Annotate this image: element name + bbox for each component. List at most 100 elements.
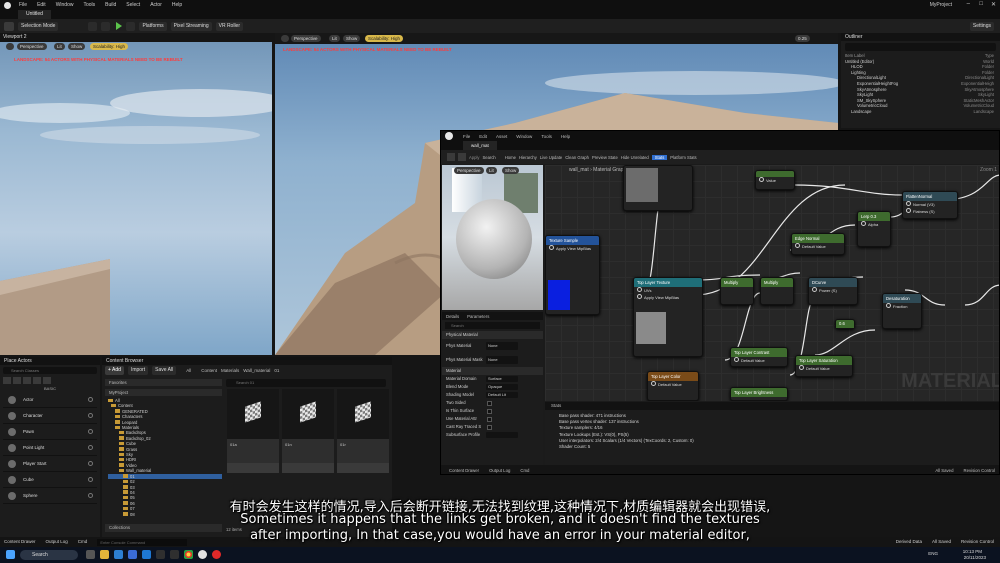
platforms-button[interactable]: Platforms (139, 21, 167, 31)
show-button[interactable]: Show (68, 43, 86, 50)
search-button[interactable]: Search (482, 155, 495, 160)
stats-tab[interactable]: Stats (545, 402, 999, 410)
top-layer-brightness-node[interactable]: Top Layer Brightness (730, 387, 788, 401)
home-button[interactable]: Home (505, 155, 516, 160)
material-preview-viewport[interactable]: Perspective Lit Show (442, 165, 543, 310)
material-attr-checkbox[interactable] (487, 416, 492, 422)
pixel-streaming-button[interactable]: Pixel Streaming (170, 21, 212, 31)
category-icon[interactable] (23, 377, 31, 384)
app-icon[interactable] (170, 550, 179, 559)
store-icon[interactable] (142, 550, 151, 559)
settings-button[interactable]: Settings (969, 21, 994, 31)
texture-sample-node[interactable]: Texture Sample Apply View MipBias (545, 235, 600, 315)
vr-roller-button[interactable]: VR Roller (215, 21, 244, 31)
outliner-search[interactable] (845, 43, 996, 51)
save-icon[interactable] (447, 153, 455, 161)
play-icon[interactable] (116, 22, 123, 30)
file-explorer-icon[interactable] (100, 550, 109, 559)
camera-speed[interactable]: 0.25 (795, 35, 810, 42)
thin-surface-checkbox[interactable] (487, 408, 492, 414)
me-menu-tools[interactable]: Tools (541, 134, 552, 139)
language-indicator[interactable]: ENG (928, 551, 938, 556)
node-pin[interactable]: Value (756, 177, 794, 184)
dcurve-node[interactable]: DCurve Power (S) (808, 277, 858, 305)
viewport-left[interactable]: Viewport 2 Perspective Lit Show Scalabil… (0, 33, 272, 355)
section-physical-material[interactable]: Physical Material (442, 331, 543, 339)
node-pin[interactable]: Default Value (731, 357, 787, 364)
multiply-node-1[interactable]: Multiply (720, 277, 754, 305)
details-search[interactable]: Search (445, 322, 540, 329)
node-pin[interactable]: Alpha (858, 221, 890, 228)
details-tab[interactable]: Details (446, 314, 459, 319)
node-pin[interactable]: Default Value (796, 365, 852, 372)
lerp-node[interactable]: Lerp 0.3 Alpha (857, 211, 891, 247)
category-icon[interactable] (33, 377, 41, 384)
level-tab[interactable]: Untitled (18, 10, 51, 19)
phys-mask-value[interactable]: None (486, 356, 518, 364)
node-pin[interactable]: Apply View MipBias (634, 294, 702, 301)
menu-window[interactable]: Window (56, 2, 74, 8)
node-pin[interactable]: Normal (V3) (903, 201, 957, 208)
me-menu-window[interactable]: Window (516, 134, 532, 139)
help-icon[interactable] (88, 429, 93, 434)
preview-perspective-button[interactable]: Perspective (454, 167, 484, 174)
material-graph[interactable]: wall_mat › Material Graph Zoom 1 MATERIA… (545, 165, 999, 401)
viewport-options-icon[interactable] (6, 43, 14, 50)
place-actor-item[interactable]: Pawn (3, 424, 97, 440)
place-actor-item[interactable]: Point Light (3, 440, 97, 456)
unreal-taskbar-icon[interactable] (198, 550, 207, 559)
me-menu-file[interactable]: File (463, 134, 470, 139)
place-actors-search[interactable]: Search Classes (3, 367, 97, 374)
node-pin[interactable]: Default Value (792, 243, 844, 250)
chrome-icon[interactable] (184, 550, 193, 559)
edge-icon[interactable] (114, 550, 123, 559)
recorder-icon[interactable] (212, 550, 221, 559)
menu-edit[interactable]: Edit (37, 2, 46, 8)
stats-button[interactable]: Stats (651, 154, 668, 160)
place-actor-item[interactable]: Player Start (3, 456, 97, 472)
node-pin[interactable]: Power (S) (809, 287, 857, 294)
category-icon[interactable] (13, 377, 21, 384)
asset-tile[interactable]: 01r (337, 389, 389, 473)
node-pin[interactable]: Default Value (648, 381, 698, 388)
viewport-main-options-icon[interactable] (281, 35, 289, 42)
top-layer-contrast-node[interactable]: Top Layer Contrast Default Value (730, 347, 788, 367)
place-actor-item[interactable]: Character (3, 408, 97, 424)
me-output-log-button[interactable]: Output Log (489, 468, 510, 473)
windows-start-icon[interactable] (6, 550, 15, 559)
asset-tile[interactable]: 01a (227, 389, 279, 473)
section-material[interactable]: Material (442, 367, 543, 375)
hierarchy-button[interactable]: Hierarchy (519, 155, 537, 160)
project-header[interactable]: MyProject (105, 389, 222, 396)
breadcrumb-materials[interactable]: Materials (221, 368, 239, 373)
add-button[interactable]: + Add (105, 366, 124, 375)
subsurface-profile-value[interactable] (486, 432, 518, 438)
show-main-button[interactable]: Show (343, 35, 361, 42)
menu-help[interactable]: Help (172, 2, 182, 8)
asset-tile[interactable]: 01n (282, 389, 334, 473)
help-icon[interactable] (88, 445, 93, 450)
me-all-saved[interactable]: All Saved (935, 468, 953, 473)
breadcrumb-all[interactable]: All (186, 368, 191, 373)
app-icon[interactable] (156, 550, 165, 559)
asset-search-input[interactable]: Search 01 (226, 379, 386, 387)
breadcrumb-wall-material[interactable]: Wall_material (243, 368, 270, 373)
domain-value[interactable]: Surface (486, 376, 518, 382)
save-icon[interactable] (4, 21, 14, 31)
help-icon[interactable] (88, 397, 93, 402)
blueprint-icon[interactable] (101, 21, 111, 31)
category-icon[interactable] (43, 377, 51, 384)
desaturation-node[interactable]: Desaturation Fraction (882, 293, 922, 329)
hide-unrelated-button[interactable]: Hide Unrelated (621, 155, 649, 160)
menu-file[interactable]: File (19, 2, 27, 8)
minimize-icon[interactable]: – (967, 1, 970, 7)
help-icon[interactable] (88, 413, 93, 418)
me-cmd-button[interactable]: Cmd (520, 468, 529, 473)
maximize-icon[interactable]: □ (979, 1, 983, 7)
preview-lit-button[interactable]: Lit (486, 167, 497, 174)
import-button[interactable]: Import (127, 366, 149, 375)
lit-button[interactable]: Lit (54, 43, 65, 50)
material-tab[interactable]: wall_mat (463, 141, 497, 150)
selection-mode-button[interactable]: Selection Mode (18, 21, 59, 31)
live-update-button[interactable]: Live Update (540, 155, 562, 160)
